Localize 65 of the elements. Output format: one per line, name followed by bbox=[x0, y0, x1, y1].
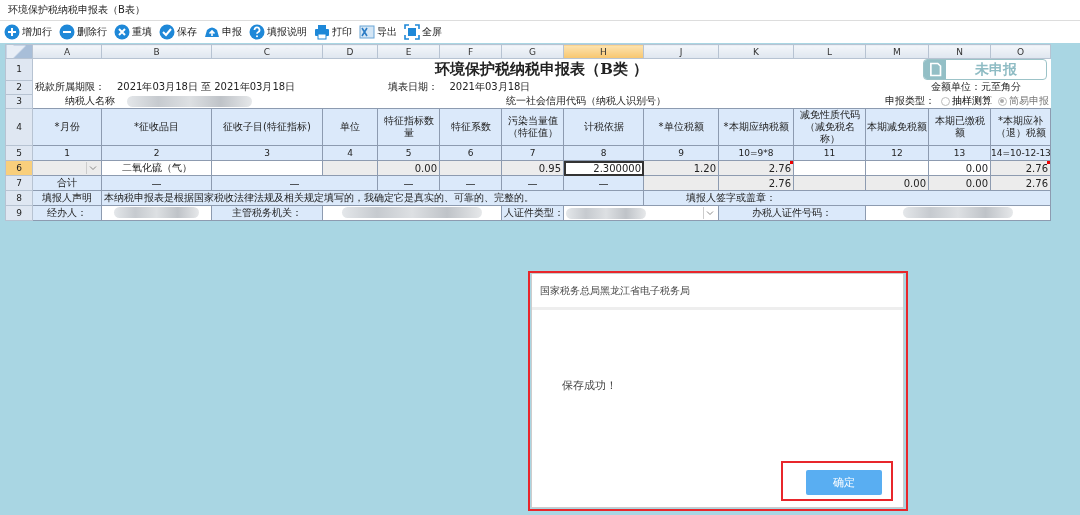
column-header[interactable]: O bbox=[990, 44, 1051, 59]
remove-icon bbox=[59, 24, 75, 40]
field-label: 申报类型： bbox=[884, 94, 935, 108]
spreadsheet-icon bbox=[359, 24, 375, 40]
column-heading: 特征指标数量 bbox=[377, 108, 440, 146]
toolbar-button[interactable]: 增加行 bbox=[4, 24, 52, 40]
toolbar-button[interactable]: 打印 bbox=[314, 24, 352, 40]
column-header[interactable]: D bbox=[322, 44, 378, 59]
currency-unit: 金额单位：元至角分 bbox=[930, 81, 1021, 92]
column-header[interactable]: G bbox=[501, 44, 564, 59]
column-heading: 本期减免税额 bbox=[865, 108, 929, 146]
add-icon bbox=[4, 24, 20, 40]
column-heading: *单位税额 bbox=[643, 108, 719, 146]
dialog-title: 国家税务总局黑龙江省电子税务局 bbox=[540, 283, 690, 298]
column-header[interactable]: L bbox=[793, 44, 866, 59]
toolbar-button[interactable]: 申报 bbox=[204, 24, 242, 40]
field-label: 税款所属期限： bbox=[35, 80, 105, 94]
column-heading: 征收子目(特征指标) bbox=[211, 108, 323, 146]
corner-header[interactable] bbox=[5, 44, 33, 59]
field-value: 2021年03月18日 bbox=[449, 80, 531, 94]
toolbar-button[interactable]: 保存 bbox=[159, 24, 197, 40]
caret-icon bbox=[86, 162, 99, 174]
column-header[interactable]: H bbox=[563, 44, 644, 59]
close-icon bbox=[114, 24, 130, 40]
column-header[interactable]: C bbox=[211, 44, 323, 59]
field-value: 2021年03月18日 至 2021年03月18日 bbox=[117, 80, 296, 94]
column-header[interactable]: M bbox=[865, 44, 929, 59]
column-header[interactable]: K bbox=[718, 44, 794, 59]
field-label: 统一社会信用代码（纳税人识别号） bbox=[505, 95, 666, 106]
row-header[interactable]: 4 bbox=[5, 108, 33, 146]
row-header[interactable]: 1 bbox=[5, 58, 33, 80]
toolbar-button[interactable]: 全屏 bbox=[404, 24, 442, 40]
column-heading: 计税依据 bbox=[563, 108, 644, 146]
printer-icon bbox=[314, 24, 330, 40]
toolbar-button[interactable]: 重填 bbox=[114, 24, 152, 40]
check-icon bbox=[159, 24, 175, 40]
field-label: 纳税人名称 bbox=[65, 94, 115, 108]
caret-icon bbox=[703, 207, 716, 219]
column-heading: 特征系数 bbox=[439, 108, 502, 146]
column-heading: 减免性质代码（减免税名称） bbox=[793, 108, 866, 146]
column-header[interactable]: F bbox=[439, 44, 502, 59]
field-label: 填表日期： bbox=[387, 80, 438, 94]
toolbar-button[interactable]: 填报说明 bbox=[249, 24, 307, 40]
column-header[interactable]: A bbox=[32, 44, 102, 59]
column-heading: 单位 bbox=[322, 108, 378, 146]
radio-button[interactable]: 抽样测算 bbox=[940, 94, 992, 108]
fullscreen-icon bbox=[404, 24, 420, 40]
column-header[interactable]: B bbox=[101, 44, 212, 59]
column-heading: 污染当量值（特征值） bbox=[501, 108, 564, 146]
column-header[interactable]: J bbox=[643, 44, 719, 59]
column-header[interactable]: N bbox=[928, 44, 991, 59]
column-heading: *本期应补（退）税额 bbox=[990, 108, 1051, 146]
column-header[interactable]: E bbox=[377, 44, 440, 59]
column-heading: *征收品目 bbox=[101, 108, 212, 146]
column-heading: *月份 bbox=[32, 108, 102, 146]
column-heading: *本期应纳税额 bbox=[718, 108, 794, 146]
form-title: 环境保护税纳税申报表（B类 ） bbox=[435, 60, 649, 79]
help-icon bbox=[249, 24, 265, 40]
dialog-message: 保存成功！ bbox=[562, 377, 617, 393]
window-title: 环境保护税纳税申报表（B表） bbox=[8, 3, 145, 17]
column-heading: 本期已缴税额 bbox=[928, 108, 991, 146]
toolbar-button[interactable]: 删除行 bbox=[59, 24, 107, 40]
toolbar-button[interactable]: 导出 bbox=[359, 24, 397, 40]
status-text: 未申报 bbox=[973, 60, 1018, 79]
radio-button[interactable]: 简易申报 bbox=[997, 94, 1049, 108]
